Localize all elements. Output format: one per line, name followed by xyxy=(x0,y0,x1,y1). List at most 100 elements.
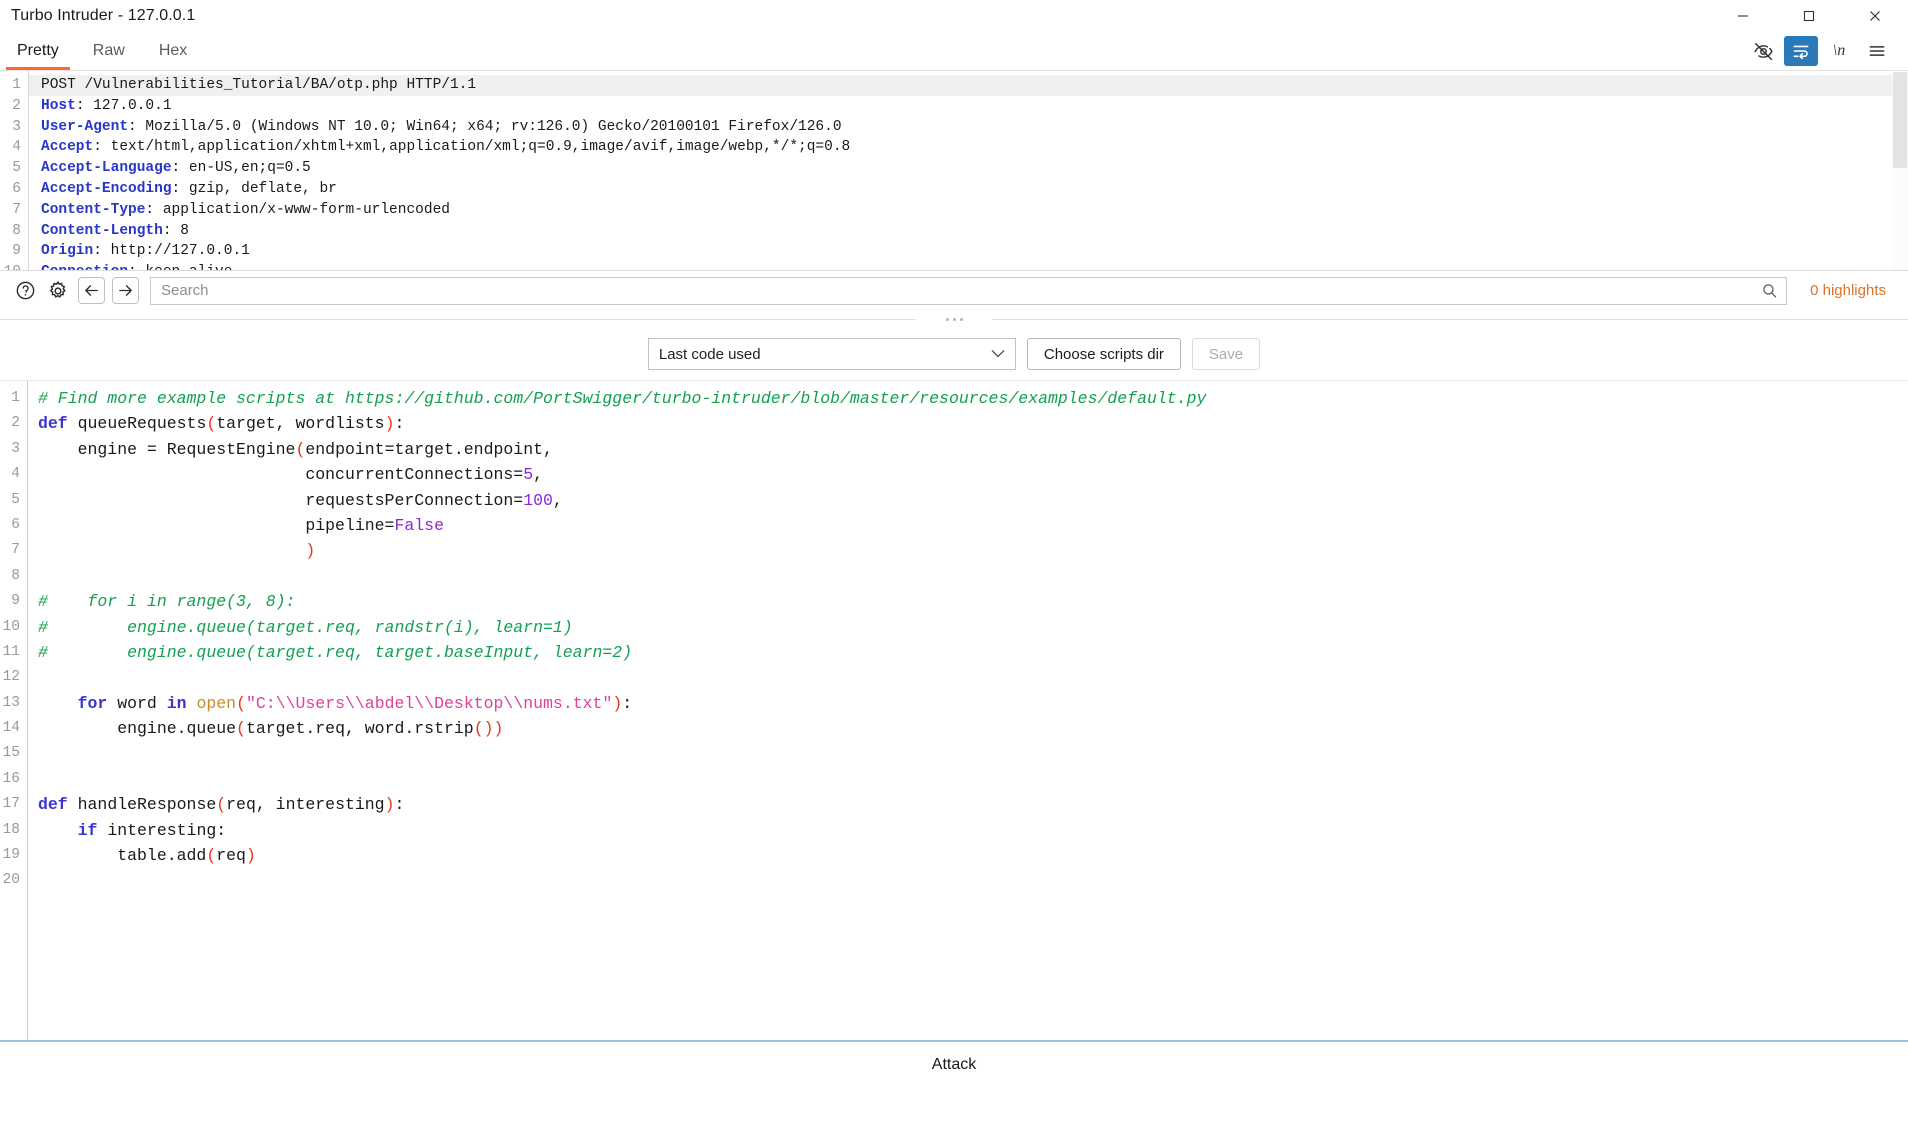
editor-content[interactable]: # Find more example scripts at https://g… xyxy=(28,381,1908,1040)
editor-line-numbers: 1 2 3 4 5 6 7 8 9 10 11 12 13 14 15 16 17 18 19 20 xyxy=(0,381,28,1040)
tab-raw[interactable]: Raw xyxy=(76,32,142,70)
request-line: User-Agent: Mozilla/5.0 (Windows NT 10.0… xyxy=(41,118,842,135)
choose-scripts-dir-button[interactable]: Choose scripts dir xyxy=(1026,338,1181,370)
request-line-number: 2 xyxy=(12,97,21,114)
editor-line-number: 13 xyxy=(2,694,20,711)
request-line: Content-Type: application/x-www-form-url… xyxy=(41,201,450,218)
editor-line: # engine.queue(target.req, randstr(i), l… xyxy=(38,617,573,637)
request-line: Content-Length: 8 xyxy=(41,222,189,239)
script-select[interactable]: Last code used xyxy=(647,338,1016,370)
arrow-right-icon xyxy=(119,285,132,296)
title-bar: Turbo Intruder - 127.0.0.1 xyxy=(0,0,1908,32)
maximize-button[interactable] xyxy=(1776,0,1842,32)
editor-line: # for i in range(3, 8): xyxy=(38,592,296,612)
editor-line-number: 8 xyxy=(11,567,20,584)
request-line: Accept: text/html,application/xhtml+xml,… xyxy=(41,139,851,156)
splitter-handle-icon xyxy=(939,317,969,321)
request-line-number: 7 xyxy=(12,201,21,218)
editor-line-number: 18 xyxy=(2,821,20,838)
tabbar-tools: \n xyxy=(1746,32,1908,70)
editor-line-number: 9 xyxy=(11,593,20,610)
chevron-down-icon xyxy=(991,347,1005,361)
editor-line-number: 7 xyxy=(11,542,20,559)
editor-line-number: 2 xyxy=(11,415,20,432)
request-line-number: 4 xyxy=(12,139,21,156)
save-button[interactable]: Save xyxy=(1191,338,1261,370)
editor-line-number: 10 xyxy=(2,618,20,635)
minimize-button[interactable] xyxy=(1710,0,1776,32)
request-line-number: 9 xyxy=(12,243,21,260)
attack-button-label[interactable]: Attack xyxy=(932,1056,976,1074)
search-input[interactable] xyxy=(151,277,1753,304)
window-controls xyxy=(1710,0,1908,32)
tab-pretty[interactable]: Pretty xyxy=(0,32,76,70)
editor-line-number: 12 xyxy=(2,669,20,686)
editor-line-number: 20 xyxy=(2,872,20,889)
editor-line: def handleResponse(req, interesting): xyxy=(38,795,405,815)
request-content[interactable]: POST /Vulnerabilities_Tutorial/BA/otp.ph… xyxy=(29,71,1908,270)
newline-toggle-icon[interactable]: \n xyxy=(1822,36,1856,66)
attack-bar[interactable]: Attack xyxy=(0,1040,1908,1088)
request-line: Accept-Language: en-US,en;q=0.5 xyxy=(41,160,311,177)
tab-pretty-label: Pretty xyxy=(17,42,59,59)
help-circle-icon[interactable] xyxy=(12,278,38,304)
search-previous-button[interactable] xyxy=(78,277,105,304)
search-toolbar: 0 highlights xyxy=(0,270,1908,310)
request-line-number: 8 xyxy=(12,222,21,239)
close-button[interactable] xyxy=(1842,0,1908,32)
editor-line: # engine.queue(target.req, target.baseIn… xyxy=(38,642,633,662)
editor-line: ) xyxy=(305,541,316,561)
request-line-number: 10 xyxy=(0,262,21,270)
editor-line: if interesting: xyxy=(77,820,227,840)
request-line: POST /Vulnerabilities_Tutorial/BA/otp.ph… xyxy=(29,75,1908,96)
editor-line-number: 4 xyxy=(11,466,20,483)
request-line-number: 1 xyxy=(12,77,21,93)
tab-hex[interactable]: Hex xyxy=(142,32,204,70)
search-field-wrapper[interactable] xyxy=(150,276,1788,305)
pane-splitter[interactable] xyxy=(0,310,1908,328)
eye-off-icon[interactable] xyxy=(1746,36,1780,66)
editor-line-number: 19 xyxy=(2,847,20,864)
minimize-icon xyxy=(1738,15,1748,17)
request-line: Accept-Encoding: gzip, deflate, br xyxy=(41,180,337,197)
request-line-number: 3 xyxy=(12,118,21,135)
request-scrollbar-thumb[interactable] xyxy=(1893,72,1907,168)
word-wrap-icon[interactable] xyxy=(1784,36,1818,66)
editor-line: pipeline=False xyxy=(38,515,444,535)
editor-line-number: 15 xyxy=(2,745,20,762)
editor-line-number: 6 xyxy=(11,516,20,533)
highlights-count: 0 highlights xyxy=(1810,282,1886,299)
editor-line-number: 5 xyxy=(11,491,20,508)
arrow-left-icon xyxy=(85,285,98,296)
request-scrollbar[interactable] xyxy=(1892,71,1908,270)
search-next-button[interactable] xyxy=(112,277,139,304)
hamburger-menu-icon[interactable] xyxy=(1860,36,1894,66)
request-line-number: 6 xyxy=(12,180,21,197)
window-title: Turbo Intruder - 127.0.0.1 xyxy=(11,7,196,24)
maximize-icon xyxy=(1803,10,1815,22)
scripts-toolbar: Last code used Choose scripts dir Save xyxy=(0,328,1908,380)
request-line: Origin: http://127.0.0.1 xyxy=(41,243,250,260)
editor-line-number: 1 xyxy=(11,390,20,406)
python-script-editor[interactable]: 1 2 3 4 5 6 7 8 9 10 11 12 13 14 15 16 17 18 19 20 # Find m… xyxy=(0,380,1908,1040)
editor-line-number: 17 xyxy=(2,796,20,813)
editor-line: engine.queue(target.req, word.rstrip()) xyxy=(38,719,504,739)
editor-line: for word in open("C:\\Users\\abdel\\Desk… xyxy=(77,693,633,713)
search-icon[interactable] xyxy=(1752,278,1786,304)
editor-line: table.add(req) xyxy=(38,846,256,866)
close-icon xyxy=(1870,11,1880,21)
editor-line: engine = RequestEngine(endpoint=target.e… xyxy=(38,439,553,459)
tab-hex-label: Hex xyxy=(158,42,188,59)
editor-line-number: 11 xyxy=(2,643,20,660)
editor-line-number: 14 xyxy=(2,720,20,737)
http-request-viewer[interactable]: 1 2 3 4 5 6 7 8 9 10 POST /Vulnerabilities_Tutori… xyxy=(0,70,1908,270)
request-line: Host: 127.0.0.1 xyxy=(41,97,172,114)
gear-icon[interactable] xyxy=(45,278,71,304)
editor-line: concurrentConnections=5, xyxy=(38,465,543,485)
editor-line: # Find more example scripts at https://g… xyxy=(38,389,1207,408)
